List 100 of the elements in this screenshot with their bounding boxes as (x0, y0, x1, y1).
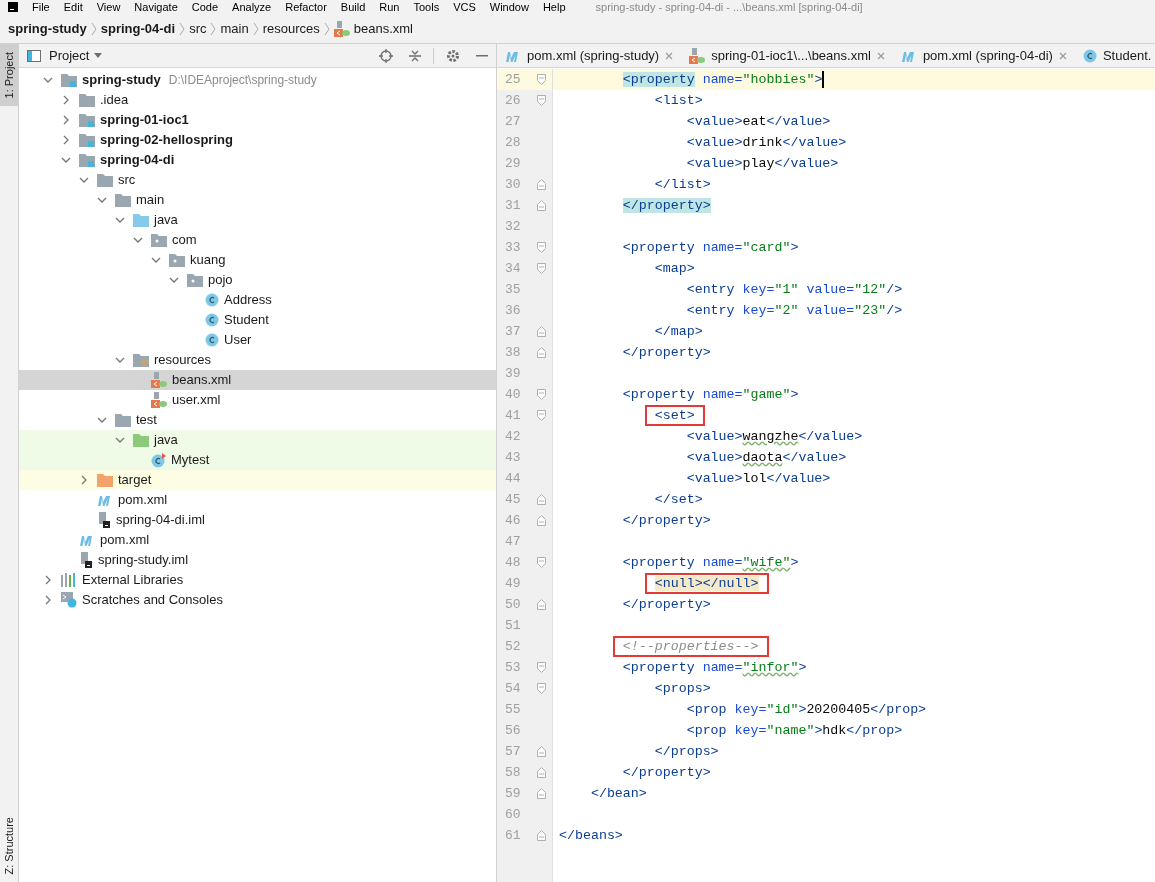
tree-item-label: Address (224, 291, 272, 310)
code-token: <list> (654, 93, 703, 108)
code-token: </property> (622, 345, 711, 360)
editor-tab[interactable]: Student. (1074, 44, 1155, 67)
tree-item-label: kuang (190, 251, 226, 270)
tree-row[interactable]: External Libraries (19, 570, 496, 590)
tree-row[interactable]: Student (19, 310, 496, 330)
menu-item[interactable]: Edit (63, 0, 83, 14)
code-token: play (742, 156, 775, 171)
code-token: </props> (654, 744, 719, 759)
tree-item-label: pom.xml (100, 531, 150, 550)
code-token: "wife" (742, 555, 791, 570)
project-path: D:\IDEAproject\spring-study (168, 72, 317, 89)
breadcrumb-item[interactable]: spring-study (8, 18, 87, 39)
code-token: name= (702, 555, 743, 570)
code-token: </value> (766, 114, 831, 129)
breadcrumb-item[interactable]: resources (262, 18, 320, 39)
tree-row[interactable]: target (19, 470, 496, 490)
code-token: "hobbies" (742, 72, 815, 87)
tree-row[interactable]: resources (19, 350, 496, 370)
menu-item[interactable]: Tools (413, 0, 440, 14)
line-number: 52 (505, 637, 522, 656)
tree-row[interactable]: spring-study D:\IDEAproject\spring-study (19, 70, 496, 90)
code-token: key= (734, 702, 767, 717)
code-token: <map> (654, 261, 695, 276)
editor-tab[interactable]: pom.xml (spring-04-di) (892, 44, 1075, 67)
tree-row[interactable]: java (19, 210, 496, 230)
breadcrumb-item[interactable]: spring-04-di (100, 18, 176, 39)
menu-item[interactable]: Help (542, 0, 566, 14)
tree-item-label: spring-study (82, 71, 161, 90)
code-token: </map> (654, 324, 703, 339)
code-token: </property> (622, 198, 711, 213)
menu-item[interactable]: Build (340, 0, 366, 14)
code-token: key= (742, 303, 775, 318)
tree-row[interactable]: spring-01-ioc1 (19, 110, 496, 130)
tree-item-label: .idea (100, 91, 129, 110)
code-token: </value> (782, 450, 847, 465)
tree-row[interactable]: user.xml (19, 390, 496, 410)
breadcrumb-item[interactable]: main (220, 18, 249, 39)
line-number: 30 (505, 175, 522, 194)
menu-item[interactable]: Window (489, 0, 529, 14)
editor-tab[interactable]: pom.xml (spring-study) (497, 44, 682, 67)
code-token: <property (622, 387, 695, 402)
menu-item[interactable]: Run (379, 0, 400, 14)
line-number: 37 (505, 322, 522, 341)
tree-row[interactable]: main (19, 190, 496, 210)
tree-row[interactable]: beans.xml (19, 370, 496, 390)
breadcrumb-item[interactable]: beans.xml (353, 18, 413, 39)
window-title: spring-study - spring-04-di - ...\beans.xml [spring-04-di] (595, 0, 863, 14)
code-token: value= (806, 303, 855, 318)
tree-row[interactable]: test (19, 410, 496, 430)
tree-row[interactable]: spring-02-hellospring (19, 130, 496, 150)
side-tab[interactable]: Z: Structure (0, 808, 18, 882)
code-token: </prop> (870, 702, 927, 717)
tree-row[interactable]: spring-04-di (19, 150, 496, 170)
editor-tab[interactable]: spring-01-ioc1\...\beans.xml (681, 44, 893, 67)
tree-row[interactable]: Mytest (19, 450, 496, 470)
code-token: > (798, 660, 807, 675)
code-token: <entry (686, 282, 735, 297)
code-token: </property> (622, 765, 711, 780)
tree-row[interactable]: Address (19, 290, 496, 310)
breadcrumb-item[interactable]: src (189, 18, 207, 39)
menu-item[interactable]: File (32, 0, 50, 14)
menu-item[interactable]: VCS (453, 0, 476, 14)
code-token: "12" (854, 282, 887, 297)
line-number: 28 (505, 133, 522, 152)
code-token: name= (702, 240, 743, 255)
code-token: key= (734, 723, 767, 738)
tree-row[interactable]: User (19, 330, 496, 350)
menu-item[interactable]: Refactor (285, 0, 327, 14)
line-number: 50 (505, 595, 522, 614)
code-token: <property (622, 240, 695, 255)
tree-row[interactable]: Scratches and Consoles (19, 590, 496, 610)
tree-item-label: resources (154, 351, 212, 370)
line-number: 31 (505, 196, 522, 215)
code-token: </list> (654, 177, 711, 192)
line-number: 56 (505, 721, 522, 740)
panel-title[interactable]: Project (49, 45, 90, 66)
tree-item-label: src (118, 171, 136, 190)
tree-row[interactable]: src (19, 170, 496, 190)
tree-row[interactable]: kuang (19, 250, 496, 270)
tree-row[interactable]: pojo (19, 270, 496, 290)
side-tab[interactable]: 1: Project (0, 44, 18, 107)
tree-row[interactable]: spring-study.iml (19, 550, 496, 570)
code-token: > (790, 555, 799, 570)
menu-item[interactable]: Navigate (134, 0, 178, 14)
menu-item[interactable]: View (96, 0, 121, 14)
tree-row[interactable]: com (19, 230, 496, 250)
tree-row[interactable]: .idea (19, 90, 496, 110)
line-number: 29 (505, 154, 522, 173)
tree-row[interactable]: spring-04-di.iml (19, 510, 496, 530)
tree-item-label: Scratches and Consoles (82, 591, 223, 610)
line-number: 40 (505, 385, 522, 404)
tree-row[interactable]: java (19, 430, 496, 450)
tree-row[interactable]: pom.xml (19, 530, 496, 550)
line-number: 25 (505, 70, 522, 89)
menu-item[interactable]: Analyze (232, 0, 272, 14)
menu-item[interactable]: Code (191, 0, 219, 14)
tree-item-label: com (172, 231, 197, 250)
tree-row[interactable]: pom.xml (19, 490, 496, 510)
